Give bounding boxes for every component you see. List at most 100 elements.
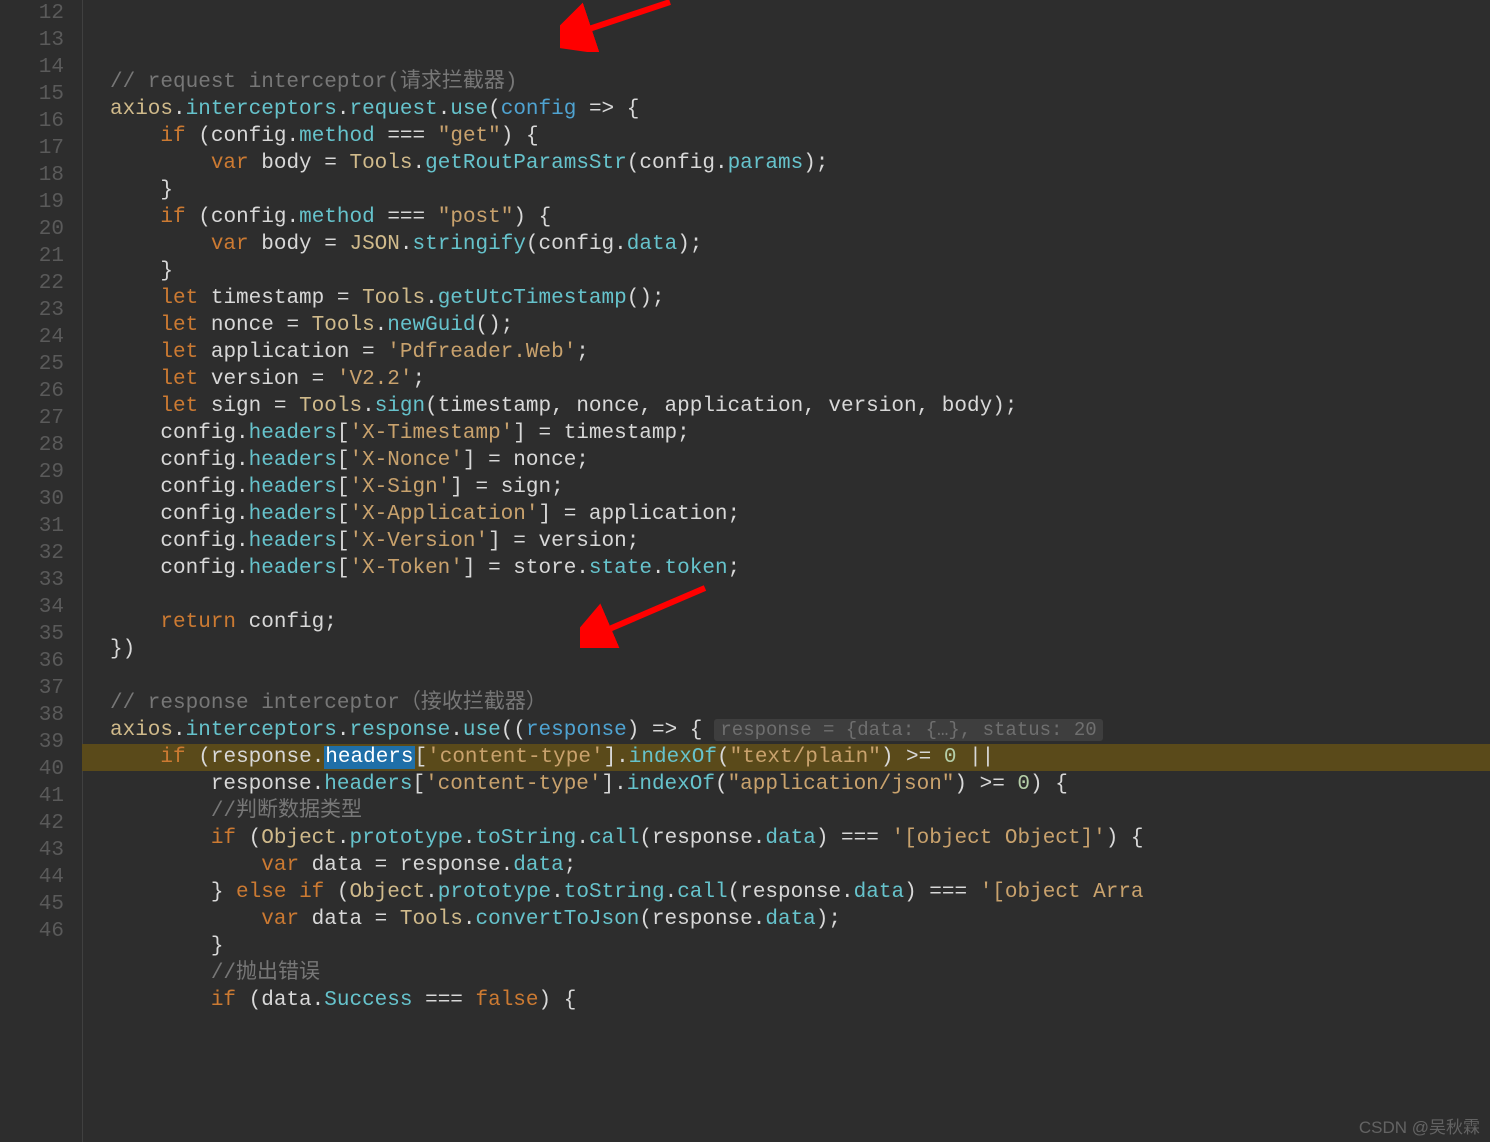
code-token xyxy=(110,368,160,391)
code-line[interactable]: // response interceptor（接收拦截器） xyxy=(82,690,1490,717)
code-line[interactable]: response.headers['content-type'].indexOf… xyxy=(82,771,1490,798)
code-token: 'X-Nonce' xyxy=(349,449,462,472)
code-token: . xyxy=(715,152,728,175)
code-token: Tools xyxy=(362,287,425,310)
code-token xyxy=(110,611,160,634)
line-number: 28 xyxy=(0,432,64,459)
code-token: sign = xyxy=(198,395,299,418)
code-token: version = xyxy=(198,368,337,391)
code-token: headers xyxy=(249,422,337,445)
code-token: ) === xyxy=(904,881,980,904)
code-editor[interactable]: 1213141516171819202122232425262728293031… xyxy=(0,0,1490,1142)
code-line[interactable]: config.headers['X-Token'] = store.state.… xyxy=(82,555,1490,582)
code-token: config xyxy=(539,233,615,256)
code-token: Tools xyxy=(299,395,362,418)
code-line[interactable]: //抛出错误 xyxy=(82,960,1490,987)
code-line[interactable]: let version = 'V2.2'; xyxy=(82,366,1490,393)
code-line[interactable]: }) xyxy=(82,636,1490,663)
code-line[interactable]: axios.interceptors.request.use(config =>… xyxy=(82,96,1490,123)
line-number: 43 xyxy=(0,837,64,864)
code-token: indexOf xyxy=(629,746,717,769)
code-token: [ xyxy=(415,746,428,769)
code-line[interactable]: } xyxy=(82,933,1490,960)
code-line[interactable]: let nonce = Tools.newGuid(); xyxy=(82,312,1490,339)
code-line[interactable]: //判断数据类型 xyxy=(82,798,1490,825)
code-line[interactable]: return config; xyxy=(82,609,1490,636)
code-token: . xyxy=(286,206,299,229)
code-token: ) >= xyxy=(881,746,944,769)
code-line[interactable]: if (data.Success === false) { xyxy=(82,987,1490,1014)
code-token: . xyxy=(337,98,350,121)
code-token: } xyxy=(110,260,173,283)
code-token: data xyxy=(765,908,815,931)
code-line[interactable]: // request interceptor(请求拦截器) xyxy=(82,69,1490,96)
code-line[interactable]: } xyxy=(82,177,1490,204)
code-token: ( xyxy=(627,152,640,175)
code-area[interactable]: // request interceptor(请求拦截器)axios.inter… xyxy=(82,0,1490,1142)
code-token: [ xyxy=(337,530,350,553)
code-token: axios xyxy=(110,719,173,742)
code-line[interactable]: config.headers['X-Sign'] = sign; xyxy=(82,474,1490,501)
code-token: headers xyxy=(324,746,414,769)
code-token: config. xyxy=(110,530,249,553)
line-number: 40 xyxy=(0,756,64,783)
code-token: } xyxy=(110,935,223,958)
code-line[interactable]: var body = JSON.stringify(config.data); xyxy=(82,231,1490,258)
code-line[interactable]: let sign = Tools.sign(timestamp, nonce, … xyxy=(82,393,1490,420)
code-token: ]. xyxy=(602,773,627,796)
line-number: 39 xyxy=(0,729,64,756)
code-token: config xyxy=(501,98,577,121)
code-token: || xyxy=(956,746,994,769)
code-line[interactable]: var data = Tools.convertToJson(response.… xyxy=(82,906,1490,933)
code-line[interactable]: var data = response.data; xyxy=(82,852,1490,879)
code-token: [ xyxy=(337,557,350,580)
code-line[interactable]: config.headers['X-Nonce'] = nonce; xyxy=(82,447,1490,474)
code-token: body = xyxy=(249,152,350,175)
code-token: [ xyxy=(337,476,350,499)
code-token: if xyxy=(299,881,324,904)
code-token: . xyxy=(665,881,678,904)
code-line[interactable]: let application = 'Pdfreader.Web'; xyxy=(82,339,1490,366)
code-token: ]. xyxy=(604,746,629,769)
code-line[interactable]: if (Object.prototype.toString.call(respo… xyxy=(82,825,1490,852)
code-line[interactable]: } else if (Object.prototype.toString.cal… xyxy=(82,879,1490,906)
code-line[interactable]: if (config.method === "post") { xyxy=(82,204,1490,231)
code-token xyxy=(110,854,261,877)
code-token: === xyxy=(375,125,438,148)
code-token: method xyxy=(299,125,375,148)
line-number: 13 xyxy=(0,27,64,54)
code-token: 'X-Application' xyxy=(349,503,538,526)
code-token: . xyxy=(652,557,665,580)
line-number: 46 xyxy=(0,918,64,945)
code-token: "text/plain" xyxy=(730,746,881,769)
code-token: data = xyxy=(299,908,400,931)
code-token: application = xyxy=(198,341,387,364)
code-token: "application/json" xyxy=(728,773,955,796)
code-token: false xyxy=(476,989,539,1012)
code-line[interactable]: if (config.method === "get") { xyxy=(82,123,1490,150)
code-token: ; xyxy=(576,341,589,364)
code-line[interactable]: var body = Tools.getRoutParamsStr(config… xyxy=(82,150,1490,177)
code-token: response xyxy=(526,719,627,742)
code-token: config. xyxy=(110,476,249,499)
code-line[interactable]: if (response.headers['content-type'].ind… xyxy=(82,744,1490,771)
code-token: getUtcTimestamp xyxy=(438,287,627,310)
code-line[interactable]: axios.interceptors.response.use((respons… xyxy=(82,717,1490,744)
code-line[interactable] xyxy=(82,663,1490,690)
code-line[interactable]: config.headers['X-Timestamp'] = timestam… xyxy=(82,420,1490,447)
code-token: let xyxy=(160,287,198,310)
code-token: if xyxy=(160,206,185,229)
code-line[interactable] xyxy=(82,582,1490,609)
code-token: ); xyxy=(803,152,828,175)
code-line[interactable]: config.headers['X-Application'] = applic… xyxy=(82,501,1490,528)
code-line[interactable]: config.headers['X-Version'] = version; xyxy=(82,528,1490,555)
code-line[interactable]: let timestamp = Tools.getUtcTimestamp(); xyxy=(82,285,1490,312)
code-token: // request interceptor(请求拦截器) xyxy=(110,71,517,94)
code-token: stringify xyxy=(413,233,526,256)
code-token: ( xyxy=(324,881,349,904)
code-token: let xyxy=(160,341,198,364)
code-token: headers xyxy=(249,557,337,580)
code-line[interactable]: } xyxy=(82,258,1490,285)
code-token: => { xyxy=(576,98,639,121)
code-token: data xyxy=(513,854,563,877)
